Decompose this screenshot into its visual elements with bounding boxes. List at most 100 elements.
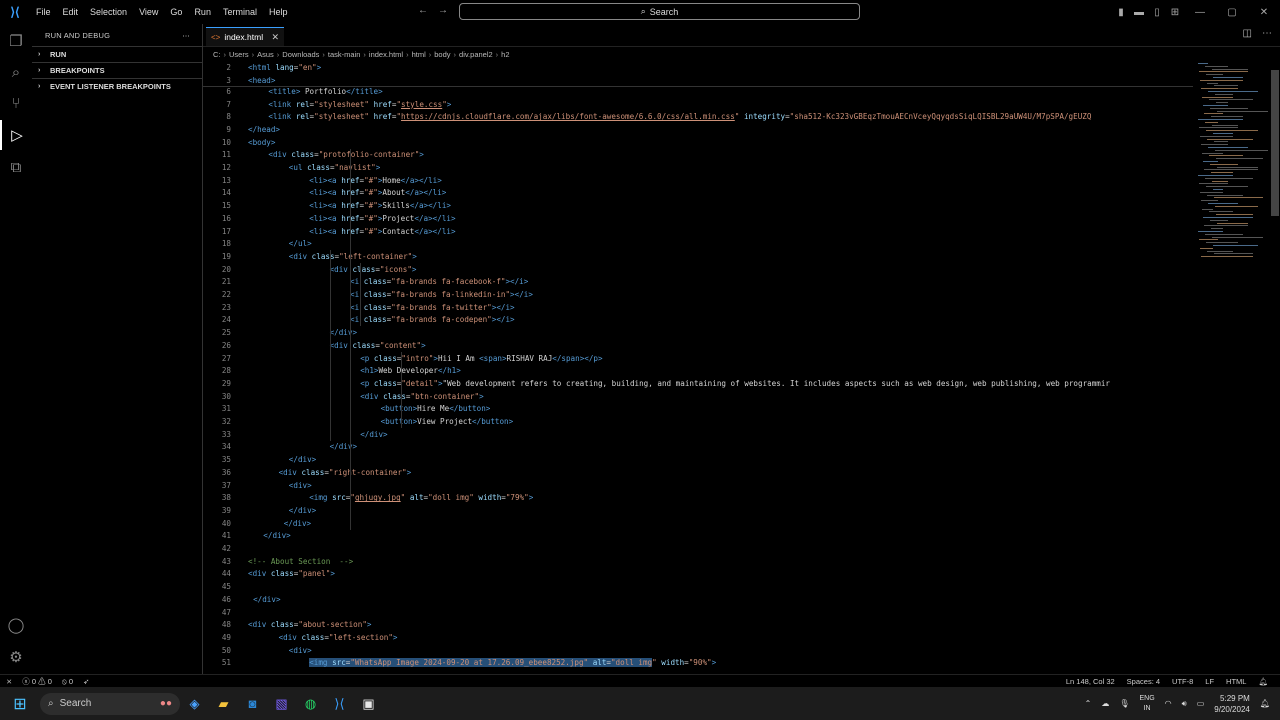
indentation[interactable]: Spaces: 4	[1127, 677, 1160, 686]
menu-run[interactable]: Run	[188, 7, 217, 17]
tab-index-html[interactable]: <> index.html ✕	[206, 27, 284, 46]
code-line[interactable]: 32 <button>View Project</button>	[203, 415, 513, 428]
code-line[interactable]: 28 <h1>Web Developer</h1>	[203, 364, 461, 377]
code-line[interactable]: 27 <p class="intro">Hii I Am <span>RISHAV…	[203, 352, 603, 365]
code-line[interactable]: 40 </div>	[203, 517, 311, 530]
search-view-icon[interactable]: ⌕	[0, 57, 32, 87]
code-line[interactable]: 31 <button>Hire Me</button>	[203, 403, 491, 416]
app-icon[interactable]: ▧	[267, 690, 296, 718]
notification-icon[interactable]: 🔔︎	[1260, 699, 1270, 708]
code-line[interactable]: 23 <i class="fa-brands fa-twitter"></i>	[203, 301, 515, 314]
onedrive-icon[interactable]: ☁	[1101, 699, 1109, 708]
app-taskbar-icon[interactable]: ▣	[354, 690, 383, 718]
encoding[interactable]: UTF-8	[1172, 677, 1193, 686]
code-line[interactable]: 50 <div>	[203, 644, 312, 657]
extensions-icon[interactable]: ⧉	[0, 152, 32, 182]
code-line[interactable]: 29 <p class="detail">"Web development ref…	[203, 377, 1110, 390]
breadcrumb-item[interactable]: div.panel2	[459, 50, 493, 59]
code-line[interactable]: 34 </div>	[203, 441, 357, 454]
breadcrumb-item[interactable]: html	[412, 50, 426, 59]
section-event-listener-breakpoints[interactable]: › EVENT LISTENER BREAKPOINTS	[32, 78, 202, 94]
more-actions-icon[interactable]: ⋯	[182, 31, 190, 40]
outlook-icon[interactable]: ◙	[238, 690, 267, 718]
copilot-icon[interactable]: ◈	[180, 690, 209, 718]
close-window-icon[interactable]: ✕	[1248, 7, 1280, 18]
code-line[interactable]: 33 </div>	[203, 428, 388, 441]
breadcrumb-item[interactable]: h2	[501, 50, 509, 59]
menu-edit[interactable]: Edit	[57, 7, 85, 17]
toggle-panel-icon[interactable]: ▬	[1130, 7, 1148, 18]
code-line[interactable]: 16 <li><a href="#">Project</a></li>	[203, 212, 456, 225]
code-line[interactable]: 39 </div>	[203, 504, 316, 517]
code-line[interactable]: 11 <div class="protofolio-container">	[203, 149, 424, 162]
breadcrumb-item[interactable]: Downloads	[282, 50, 319, 59]
windows-start-icon[interactable]: ⊞	[0, 694, 40, 714]
maximize-icon[interactable]: ▢	[1216, 7, 1248, 18]
breadcrumb-item[interactable]: body	[434, 50, 450, 59]
microphone-icon[interactable]: 🎙︎	[1119, 699, 1129, 708]
language-indicator[interactable]: ENG IN	[1139, 694, 1154, 714]
language-mode[interactable]: HTML	[1226, 677, 1246, 686]
code-line[interactable]: 35 </div>	[203, 453, 316, 466]
breadcrumb-item[interactable]: task-main	[328, 50, 361, 59]
explorer-icon[interactable]: ❐	[0, 26, 32, 56]
more-actions-icon[interactable]: ⋯	[1262, 28, 1272, 39]
code-line[interactable]: 2 <html lang="en">	[203, 61, 321, 74]
menu-view[interactable]: View	[133, 7, 164, 17]
battery-icon[interactable]: ▭	[1197, 699, 1205, 708]
section-breakpoints[interactable]: › BREAKPOINTS	[32, 62, 202, 78]
code-line[interactable]: 3 <head>	[203, 74, 275, 87]
code-line[interactable]: 15<li><a href="#">Skills</a></li>	[203, 199, 451, 212]
menu-selection[interactable]: Selection	[84, 7, 133, 17]
code-line[interactable]: 13 <li><a href="#">Home</a></li>	[203, 174, 442, 187]
code-line[interactable]: 37 <div>	[203, 479, 312, 492]
breadcrumb-item[interactable]: Asus	[257, 50, 274, 59]
code-line[interactable]: 18 </ul>	[203, 237, 312, 250]
section-run[interactable]: › RUN	[32, 46, 202, 62]
minimap[interactable]	[1193, 61, 1271, 261]
toggle-secondary-sidebar-icon[interactable]: ▯	[1148, 7, 1166, 18]
code-line[interactable]: 24 <i class="fa-brands fa-codepen"></i>	[203, 314, 515, 327]
clock[interactable]: 5:29 PM 9/20/2024	[1214, 693, 1250, 715]
tray-chevron-up-icon[interactable]: ⌃	[1085, 699, 1092, 708]
close-tab-icon[interactable]: ✕	[271, 32, 279, 43]
customize-layout-icon[interactable]: ⊞	[1166, 7, 1184, 18]
ports-indicator[interactable]: ⦸ 0	[62, 677, 73, 687]
account-icon[interactable]: ◯	[0, 610, 32, 640]
breadcrumb-item[interactable]: Users	[229, 50, 249, 59]
code-line[interactable]: 9 </head>	[203, 123, 280, 136]
breadcrumb-item[interactable]: index.html	[369, 50, 403, 59]
code-line[interactable]: 36 <div class="right-container">	[203, 466, 411, 479]
code-line[interactable]: 41 </div>	[203, 530, 291, 543]
breadcrumb-item[interactable]: C:	[213, 50, 221, 59]
code-line[interactable]: 49 <div class="left-section">	[203, 631, 398, 644]
volume-icon[interactable]: 🔊︎	[1182, 699, 1187, 709]
code-line[interactable]: 22 <i class="fa-brands fa-linkedin-in"></…	[203, 288, 533, 301]
vscode-taskbar-icon[interactable]: ⟩⟨	[325, 690, 354, 718]
source-control-icon[interactable]: ⑂	[0, 88, 32, 118]
code-line[interactable]: 47	[203, 606, 248, 619]
code-editor[interactable]: 6 <title> Portfolio</title> 7 <link rel="st…	[203, 61, 1193, 674]
code-line[interactable]: 25 </div>	[203, 326, 357, 339]
code-line[interactable]: 20 <div class="icons">	[203, 263, 417, 276]
code-line[interactable]: 12 <ul class="navlist">	[203, 161, 380, 174]
settings-gear-icon[interactable]: ⚙	[0, 642, 32, 672]
code-line[interactable]: 45	[203, 580, 248, 593]
sticky-scroll-header[interactable]: 2 <html lang="en"> 3 <head>	[203, 61, 1193, 87]
code-line[interactable]: 8 <link rel="stylesheet" href="https://cd…	[203, 110, 1091, 123]
code-line[interactable]: 19 <div class="left-container">	[203, 250, 417, 263]
menu-file[interactable]: File	[30, 7, 57, 17]
live-share-icon[interactable]: ➶	[83, 677, 89, 686]
code-line[interactable]: 44 <div class="panel">	[203, 568, 335, 581]
toggle-sidebar-icon[interactable]: ▮	[1112, 7, 1130, 18]
problems-indicator[interactable]: ⓧ 0 ⚠ 0	[22, 676, 52, 687]
code-line[interactable]: 14 <li><a href="#">About</a></li>	[203, 187, 447, 200]
run-and-debug-icon[interactable]: ▷	[0, 120, 32, 150]
code-line[interactable]: 30 <div class="btn-container">	[203, 390, 484, 403]
code-line[interactable]: 21 <i class="fa-brands fa-facebook-f"></i…	[203, 276, 528, 289]
code-line[interactable]: 7 <link rel="stylesheet" href="style.css"…	[203, 98, 451, 111]
forward-arrow-icon[interactable]: →	[438, 5, 448, 16]
code-line[interactable]: 46 </div>	[203, 593, 281, 606]
remote-icon[interactable]: ⨯	[6, 677, 12, 686]
code-line[interactable]: 38 <img src="ghjugy.jpg" alt="doll img" w…	[203, 491, 533, 504]
